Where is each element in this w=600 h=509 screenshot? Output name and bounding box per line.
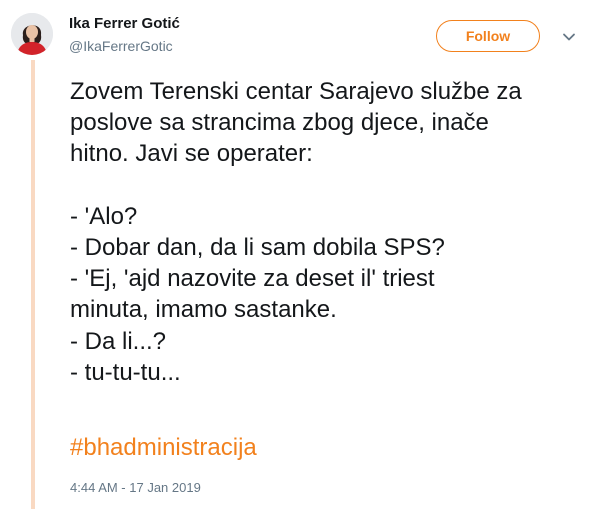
tweet-line: - Da li...? bbox=[70, 327, 167, 355]
thread-line bbox=[31, 60, 35, 509]
tweet-line: Zovem Terenski centar Sarajevo službe za bbox=[70, 78, 522, 105]
hashtag-link[interactable]: #bhadministracija bbox=[70, 432, 257, 463]
tweet-text: Zovem Terenski centar Sarajevo službe za… bbox=[70, 76, 585, 388]
tweet-line: hitno. Javi se operater: bbox=[70, 140, 313, 168]
avatar[interactable] bbox=[11, 13, 53, 55]
tweet-line: minuta, imamo sastanke. bbox=[70, 296, 337, 324]
tweet-line: - Dobar dan, da li sam dobila SPS? bbox=[70, 234, 445, 261]
tweet-line: - tu-tu-tu... bbox=[70, 358, 181, 386]
follow-button[interactable]: Follow bbox=[436, 20, 540, 52]
tweet-line: - 'Ej, 'ajd nazovite za deset il' triest bbox=[70, 265, 435, 293]
author-display-name[interactable]: Ika Ferrer Gotić bbox=[69, 15, 180, 32]
tweet-timestamp[interactable]: 4:44 AM - 17 Jan 2019 bbox=[70, 480, 201, 495]
tweet-line: - 'Alo? bbox=[70, 202, 138, 230]
tweet-line: poslove sa strancima zbog djece, inače bbox=[70, 109, 489, 137]
chevron-down-icon[interactable] bbox=[560, 28, 578, 46]
profile-photo-icon bbox=[11, 13, 53, 55]
author-handle[interactable]: @IkaFerrerGotic bbox=[69, 38, 173, 54]
